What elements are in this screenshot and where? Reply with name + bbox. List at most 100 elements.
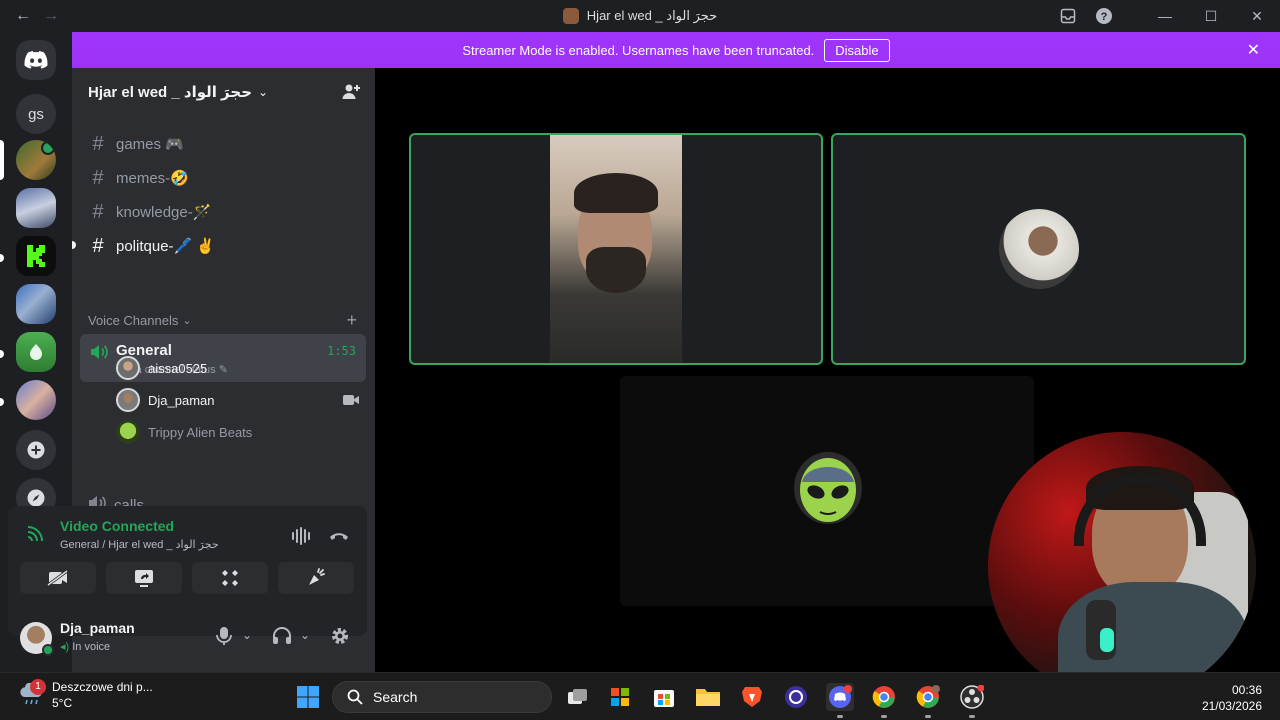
speaker-icon [90,344,108,365]
server-header[interactable]: Hjar el wed _ حجرَ الواد ⌄ [72,68,375,116]
server-gs[interactable]: gs [16,94,56,134]
widgets-icon[interactable] [606,683,634,711]
add-channel-icon[interactable]: + [346,310,357,331]
video-tile-2[interactable] [831,133,1246,365]
voice-user[interactable]: aissa0525 [116,354,207,382]
unread-indicator [72,241,76,249]
active-app-indicator [969,715,975,718]
arrow-right-icon[interactable]: → [42,7,60,25]
active-app-indicator [881,715,887,718]
streamer-webcam [988,432,1256,700]
microphone-icon[interactable] [216,626,232,651]
weather-title: Deszczowe dni p... [52,680,153,694]
toggle-camera-button[interactable] [20,562,96,594]
soundboard-button[interactable] [278,562,354,594]
discord-home-icon[interactable] [16,40,56,80]
maximize-icon[interactable]: ☐ [1188,0,1234,32]
clock-time: 00:36 [1231,683,1262,697]
online-status-dot [42,644,54,656]
search-icon [347,689,363,705]
hash-icon: # [92,166,104,189]
server-avatar-1[interactable] [16,140,56,180]
file-explorer-icon[interactable] [694,683,722,711]
share-screen-button[interactable] [106,562,182,594]
signal-icon[interactable] [26,524,46,547]
activities-button[interactable] [192,562,268,594]
inbox-icon[interactable] [1050,0,1086,32]
weather-widget[interactable]: 1 Deszczowe dni p... 5°C [18,679,153,711]
obs-studio-icon[interactable] [958,683,986,711]
chrome-profile-icon[interactable] [914,683,942,711]
unread-indicator [0,254,4,262]
discord-taskbar-icon[interactable] [826,683,854,711]
minimize-icon[interactable]: — [1142,0,1188,32]
channel-politque[interactable]: # politque-🖊️ ✌️ [80,230,367,262]
disable-button[interactable]: Disable [824,38,890,62]
server-avatar-4[interactable] [16,284,56,324]
server-avatar-5[interactable] [16,332,56,372]
connection-subtitle: General / Hjar el wed _ حجرَ الواد [60,539,219,551]
voice-user[interactable]: Dja_paman [116,386,215,414]
microsoft-store-icon[interactable] [650,683,678,711]
call-timer: 1:53 [327,344,356,358]
pencil-icon: ✎ [218,364,228,376]
gear-icon[interactable] [330,626,350,651]
speaker-icon: ◂) [60,641,70,653]
chevron-down-icon[interactable]: ⌄ [300,628,310,642]
mic-light [1100,628,1114,652]
taskbar-search[interactable]: Search [332,681,552,713]
windows-start-icon[interactable] [296,685,320,709]
user-status: ◂) In voice [60,641,111,653]
app-icon-circle[interactable] [782,683,810,711]
active-server-pill [0,140,4,180]
connection-title: Video Connected [60,518,175,534]
video-feed [550,135,682,363]
add-member-icon[interactable] [341,82,361,102]
video-tile-1[interactable] [409,133,823,365]
task-view-icon[interactable] [564,683,592,711]
server-avatar-2[interactable] [16,188,56,228]
close-icon[interactable]: ✕ [1234,0,1280,32]
chevron-down-icon[interactable]: ⌄ [242,628,252,642]
help-icon[interactable]: ? [1086,0,1122,32]
chevron-down-icon: ⌄ [258,85,269,99]
server-kick[interactable] [16,236,56,276]
chevron-down-icon: ⌄ [182,315,192,327]
unread-indicator [0,398,4,406]
title-bar: ← → Hjar el wed _ حجرَ الواد ? — ☐ ✕ [0,0,1280,32]
notification-badge: 1 [30,679,46,695]
disconnect-icon[interactable] [328,526,352,550]
channel-knowledge[interactable]: # knowledge-🪄 [80,196,367,228]
avatar [116,356,140,380]
user-panel: Dja_paman ◂) In voice ⌄ ⌄ [8,614,367,666]
noise-suppression-icon[interactable] [290,526,314,550]
windows-taskbar: 1 Deszczowe dni p... 5°C Search 00:36 21… [0,672,1280,720]
clock-date: 21/03/2026 [1201,699,1262,713]
system-clock[interactable]: 00:36 21/03/2026 [1202,682,1262,714]
active-app-indicator [925,715,931,718]
category-voice-channels[interactable]: Voice Channels ⌄ [88,313,192,328]
active-app-indicator [837,715,843,718]
add-server-icon[interactable] [16,430,56,470]
hash-icon: # [92,200,104,223]
username: Dja_paman [60,620,135,636]
close-icon[interactable]: ✕ [1247,40,1260,60]
unread-indicator [0,350,4,358]
video-camera-icon [343,393,359,411]
person-beard [586,247,646,293]
arrow-left-icon[interactable]: ← [14,7,32,25]
banner-message: Streamer Mode is enabled. Usernames have… [462,42,815,58]
video-tile-3[interactable] [620,376,1034,606]
person-hair [574,173,658,213]
server-avatar-6[interactable] [16,380,56,420]
headphones-icon[interactable] [272,626,292,651]
avatar [116,420,140,444]
server-icon [562,8,579,24]
brave-browser-icon[interactable] [738,683,766,711]
channel-memes[interactable]: # memes-🤣 [80,162,367,194]
weather-temp: 5°C [52,696,73,710]
channel-games[interactable]: # games 🎮 [80,128,367,160]
voice-user[interactable]: Trippy Alien Beats [116,418,252,446]
chrome-icon[interactable] [870,683,898,711]
avatar [116,388,140,412]
